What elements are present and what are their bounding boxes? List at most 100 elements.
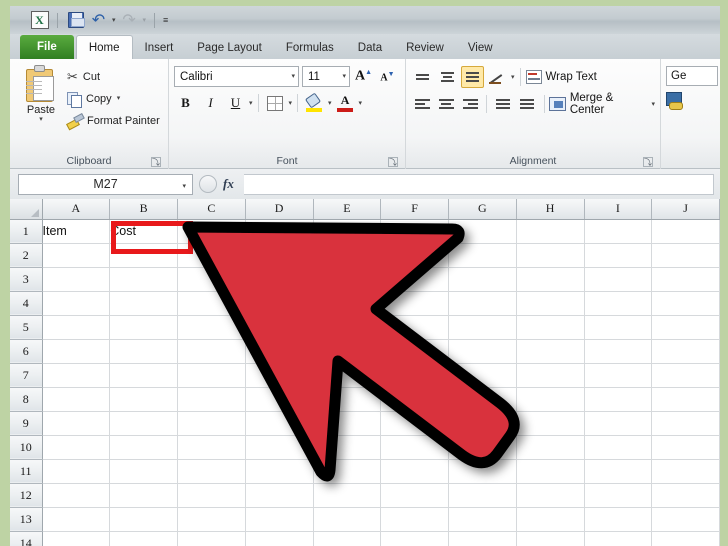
cell-G13[interactable] [448, 507, 517, 532]
row-header-12[interactable]: 12 [10, 483, 43, 508]
cell-C10[interactable] [177, 435, 246, 460]
cell-G6[interactable] [448, 339, 517, 364]
cell-I5[interactable] [584, 315, 653, 340]
decrease-indent-button[interactable] [492, 93, 514, 115]
cell-H7[interactable] [516, 363, 585, 388]
number-format-combo[interactable]: Ge [666, 66, 718, 86]
row-header-9[interactable]: 9 [10, 411, 43, 436]
orientation-button[interactable] [486, 66, 509, 88]
cell-A9[interactable] [42, 411, 111, 436]
bold-button[interactable]: B [174, 92, 197, 114]
cell-A1[interactable]: Item [42, 219, 111, 244]
cell-H6[interactable] [516, 339, 585, 364]
cell-G2[interactable] [448, 243, 517, 268]
cell-I4[interactable] [584, 291, 653, 316]
tab-file[interactable]: File [20, 35, 74, 60]
insert-function-icon[interactable]: fx [219, 176, 238, 192]
row-header-6[interactable]: 6 [10, 339, 43, 364]
orientation-caret-icon[interactable]: ▾ [511, 74, 515, 81]
cell-B13[interactable] [109, 507, 178, 532]
cell-J6[interactable] [651, 339, 720, 364]
row-header-13[interactable]: 13 [10, 507, 43, 532]
cell-C7[interactable] [177, 363, 246, 388]
cell-H5[interactable] [516, 315, 585, 340]
cut-button[interactable]: ✂ Cut [67, 67, 160, 86]
column-header-j[interactable]: J [651, 199, 720, 220]
cell-A4[interactable] [42, 291, 111, 316]
cell-H1[interactable] [516, 219, 585, 244]
cell-H11[interactable] [516, 459, 585, 484]
cell-E7[interactable] [313, 363, 382, 388]
cell-E10[interactable] [313, 435, 382, 460]
borders-button[interactable] [264, 92, 287, 114]
save-icon[interactable] [66, 11, 85, 30]
select-all-corner[interactable] [10, 199, 43, 220]
cell-F10[interactable] [380, 435, 449, 460]
cell-C11[interactable] [177, 459, 246, 484]
cell-D8[interactable] [245, 387, 314, 412]
cell-A7[interactable] [42, 363, 111, 388]
cell-G10[interactable] [448, 435, 517, 460]
cell-E2[interactable] [313, 243, 382, 268]
wrap-text-button[interactable]: Wrap Text [525, 67, 597, 88]
cell-E12[interactable] [313, 483, 382, 508]
row-header-4[interactable]: 4 [10, 291, 43, 316]
column-header-a[interactable]: A [42, 199, 111, 220]
cell-B8[interactable] [109, 387, 178, 412]
cell-B4[interactable] [109, 291, 178, 316]
cell-G11[interactable] [448, 459, 517, 484]
cell-G8[interactable] [448, 387, 517, 412]
cell-J2[interactable] [651, 243, 720, 268]
cell-D1[interactable] [245, 219, 314, 244]
tab-page-layout[interactable]: Page Layout [185, 36, 274, 60]
font-size-caret-icon[interactable]: ▾ [342, 73, 346, 80]
cell-H9[interactable] [516, 411, 585, 436]
cell-D14[interactable] [245, 531, 314, 546]
cell-D2[interactable] [245, 243, 314, 268]
formula-input[interactable] [243, 173, 714, 195]
cell-B9[interactable] [109, 411, 178, 436]
cell-E3[interactable] [313, 267, 382, 292]
cell-A3[interactable] [42, 267, 111, 292]
row-header-14[interactable]: 14 [10, 531, 43, 546]
clipboard-dialog-launcher-icon[interactable]: ⤵ [151, 157, 161, 167]
cell-G7[interactable] [448, 363, 517, 388]
cell-F7[interactable] [380, 363, 449, 388]
cell-F4[interactable] [380, 291, 449, 316]
tab-formulas[interactable]: Formulas [274, 36, 346, 60]
name-box-caret-icon[interactable]: ▾ [182, 182, 186, 190]
cell-F8[interactable] [380, 387, 449, 412]
align-left-button[interactable] [411, 93, 433, 115]
cell-I3[interactable] [584, 267, 653, 292]
cell-G12[interactable] [448, 483, 517, 508]
undo-icon[interactable]: ↶ [89, 11, 108, 30]
row-header-1[interactable]: 1 [10, 219, 43, 244]
font-color-caret-icon[interactable]: ▾ [359, 100, 363, 107]
tab-home[interactable]: Home [75, 35, 133, 60]
cell-I1[interactable] [584, 219, 653, 244]
cell-D10[interactable] [245, 435, 314, 460]
cell-A10[interactable] [42, 435, 111, 460]
cell-J5[interactable] [651, 315, 720, 340]
column-header-f[interactable]: F [380, 199, 449, 220]
cell-E9[interactable] [313, 411, 382, 436]
cell-E8[interactable] [313, 387, 382, 412]
cell-A2[interactable] [42, 243, 111, 268]
cell-G5[interactable] [448, 315, 517, 340]
paste-button[interactable]: Paste ▾ [15, 63, 67, 123]
cell-J13[interactable] [651, 507, 720, 532]
italic-button[interactable]: I [199, 92, 222, 114]
cell-H12[interactable] [516, 483, 585, 508]
row-header-3[interactable]: 3 [10, 267, 43, 292]
cell-G14[interactable] [448, 531, 517, 546]
cell-H4[interactable] [516, 291, 585, 316]
cell-A11[interactable] [42, 459, 111, 484]
font-dialog-launcher-icon[interactable]: ⤵ [388, 157, 398, 167]
copy-dropdown-caret-icon[interactable]: ▾ [117, 95, 121, 102]
column-header-g[interactable]: G [448, 199, 517, 220]
cell-J4[interactable] [651, 291, 720, 316]
shrink-font-button[interactable]: A▼ [377, 66, 398, 87]
cell-F1[interactable] [380, 219, 449, 244]
underline-button[interactable]: U [224, 92, 247, 114]
cell-C6[interactable] [177, 339, 246, 364]
